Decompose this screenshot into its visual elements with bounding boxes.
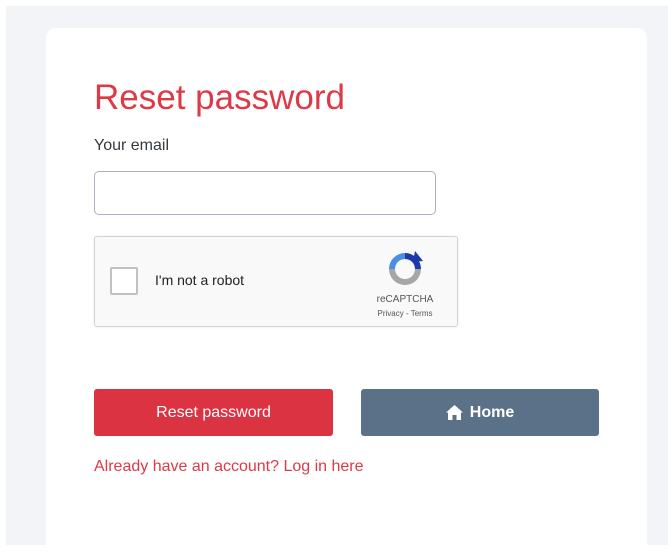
page-title: Reset password — [94, 78, 345, 117]
login-link[interactable]: Already have an account? Log in here — [94, 458, 364, 476]
home-icon — [445, 405, 463, 420]
email-input[interactable] — [94, 171, 436, 215]
reset-password-button-label: Reset password — [156, 403, 271, 421]
recaptcha-links: Privacy - Terms — [350, 309, 460, 318]
reset-password-button[interactable]: Reset password — [94, 389, 333, 436]
recaptcha-logo-icon — [389, 251, 423, 285]
recaptcha-widget: I'm not a robot reCAPTCHA Privacy - Term… — [94, 236, 458, 327]
recaptcha-brand: reCAPTCHA — [376, 294, 434, 305]
recaptcha-link-separator: - — [403, 309, 411, 318]
home-button[interactable]: Home — [361, 389, 599, 436]
email-label: Your email — [94, 137, 170, 154]
recaptcha-privacy-link[interactable]: Privacy — [378, 309, 404, 318]
recaptcha-checkbox[interactable] — [110, 267, 138, 295]
reset-password-card: Reset password Your email I'm not a robo… — [46, 28, 647, 558]
home-button-label: Home — [469, 403, 515, 421]
recaptcha-terms-link[interactable]: Terms — [411, 309, 433, 318]
recaptcha-label: I'm not a robot — [155, 272, 245, 288]
